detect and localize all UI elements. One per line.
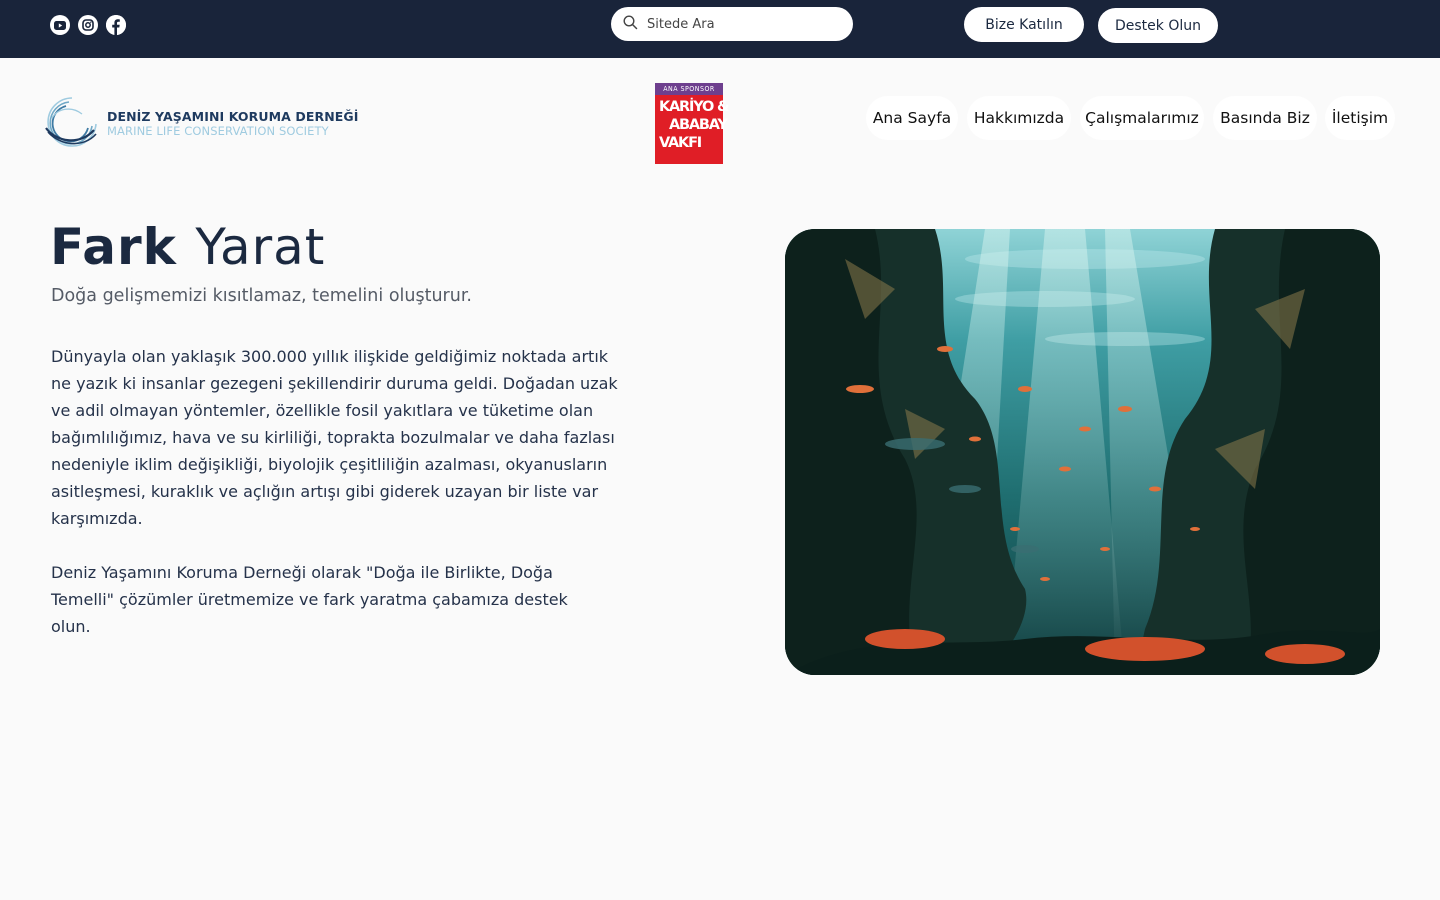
call-to-action-paragraph: Deniz Yaşamını Koruma Derneği olarak "Do… bbox=[51, 563, 568, 636]
search-icon bbox=[623, 14, 638, 34]
join-button[interactable]: Bize Katılın bbox=[964, 7, 1084, 42]
search-box[interactable] bbox=[611, 7, 853, 41]
sponsor-name: KARİYO & ABABAY VAKFI bbox=[655, 95, 730, 164]
logo-wave-icon bbox=[45, 97, 97, 147]
instagram-icon[interactable] bbox=[78, 15, 98, 35]
title-bold: Fark bbox=[50, 218, 177, 276]
logo-name-en: MARINE LIFE CONSERVATION SOCIETY bbox=[107, 124, 329, 138]
sponsor-tag: ANA SPONSOR bbox=[655, 83, 723, 95]
underwater-hero-image bbox=[785, 229, 1380, 675]
page-title: Fark Yarat bbox=[50, 218, 325, 276]
nav-item-contact[interactable]: İletişim bbox=[1325, 96, 1395, 140]
nav-item-works[interactable]: Çalışmalarımız bbox=[1080, 96, 1204, 140]
top-bar: Bize Katılın Destek Olun bbox=[0, 0, 1440, 58]
nav-item-press[interactable]: Basında Biz bbox=[1213, 96, 1317, 140]
intro-paragraph: Dünyayla olan yaklaşık 300.000 yıllık il… bbox=[51, 347, 618, 528]
sponsor-logo[interactable]: ANA SPONSOR KARİYO & ABABAY VAKFI bbox=[655, 83, 730, 164]
sponsor-line-1: KARİYO & bbox=[659, 99, 730, 115]
sponsor-line-3: VAKFI bbox=[659, 135, 702, 151]
site-logo[interactable]: DENİZ YAŞAMINI KORUMA DERNEĞİ MARINE LIF… bbox=[42, 94, 362, 150]
logo-name-tr: DENİZ YAŞAMINI KORUMA DERNEĞİ bbox=[107, 109, 359, 124]
youtube-icon[interactable] bbox=[50, 15, 70, 35]
title-light: Yarat bbox=[195, 218, 326, 276]
search-input[interactable] bbox=[647, 16, 837, 32]
nav-item-home[interactable]: Ana Sayfa bbox=[866, 96, 958, 140]
page-subtitle: Doğa gelişmemizi kısıtlamaz, temelini ol… bbox=[51, 286, 472, 306]
social-links bbox=[50, 15, 126, 35]
sponsor-line-2: ABABAY bbox=[669, 117, 728, 133]
support-button[interactable]: Destek Olun bbox=[1098, 8, 1218, 43]
facebook-icon[interactable] bbox=[106, 15, 126, 35]
nav-item-about[interactable]: Hakkımızda bbox=[967, 96, 1071, 140]
